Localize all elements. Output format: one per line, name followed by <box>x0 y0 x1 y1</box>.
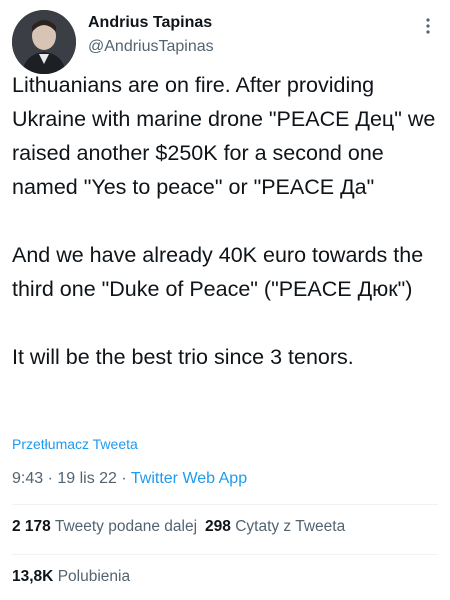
retweets-count: 2 178 <box>12 518 51 535</box>
tweet-text: Lithuanians are on fire. After providing… <box>12 68 440 374</box>
meta-separator: · <box>43 470 58 487</box>
tweet-paragraph-3: It will be the best trio since 3 tenors. <box>12 345 354 369</box>
author-name[interactable]: Andrius Tapinas <box>88 14 212 32</box>
tweet-meta: 9:43 · 19 lis 22 · Twitter Web App <box>12 470 247 488</box>
likes-label: Polubienia <box>57 568 131 585</box>
stats-row-likes: 13,8K Polubienia <box>12 568 130 586</box>
divider <box>12 504 438 505</box>
quotes-count: 298 <box>205 518 231 535</box>
retweets-stat[interactable]: 2 178 Tweety podane dalej <box>12 518 197 535</box>
translate-tweet-link[interactable]: Przetłumacz Tweeta <box>12 436 138 452</box>
tweet-paragraph-2: And we have already 40K euro towards the… <box>12 243 424 301</box>
tweet-time[interactable]: 9:43 <box>12 470 43 487</box>
likes-stat[interactable]: 13,8K Polubienia <box>12 568 130 585</box>
avatar-image <box>12 10 76 74</box>
tweet-date[interactable]: 19 lis 22 <box>57 470 117 487</box>
stats-row-shares: 2 178 Tweety podane dalej 298 Cytaty z Tw… <box>12 518 345 536</box>
quotes-stat[interactable]: 298 Cytaty z Tweeta <box>205 518 345 535</box>
tweet-header: Andrius Tapinas @AndriusTapinas <box>12 10 438 74</box>
retweets-label: Tweety podane dalej <box>54 518 198 535</box>
divider <box>12 554 438 555</box>
author-avatar[interactable] <box>12 10 76 74</box>
more-options-icon[interactable] <box>418 16 438 36</box>
author-handle[interactable]: @AndriusTapinas <box>88 38 214 56</box>
source-app-link[interactable]: Twitter Web App <box>131 470 247 487</box>
quotes-label: Cytaty z Tweeta <box>235 518 346 535</box>
tweet-paragraph-1: Lithuanians are on fire. After providing… <box>12 73 436 199</box>
likes-count: 13,8K <box>12 568 54 585</box>
meta-separator: · <box>116 470 131 487</box>
